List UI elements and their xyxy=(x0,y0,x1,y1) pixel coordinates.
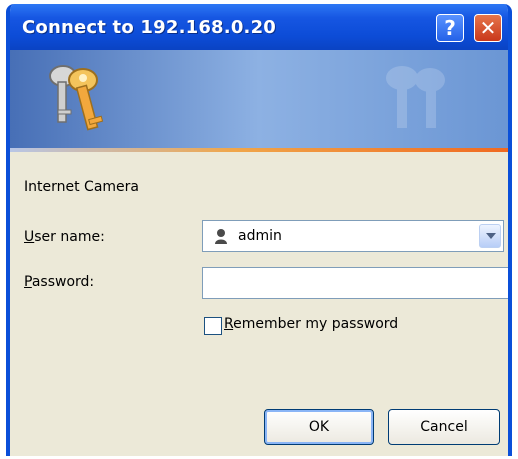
remember-password-checkbox[interactable] xyxy=(204,317,222,335)
login-dialog: Connect to 192.168.0.20 ? ✕ Internet Cam… xyxy=(6,4,512,456)
dialog-title: Connect to 192.168.0.20 xyxy=(22,17,277,38)
cancel-button[interactable]: Cancel xyxy=(388,409,500,445)
user-name-value: admin xyxy=(238,228,282,244)
user-name-combobox[interactable]: admin xyxy=(202,220,504,252)
user-icon xyxy=(215,229,227,244)
close-button[interactable]: ✕ xyxy=(474,14,502,42)
password-label-text: assword: xyxy=(31,274,95,290)
remember-password-label[interactable]: Remember my password xyxy=(224,316,398,332)
password-field[interactable] xyxy=(202,267,508,299)
keys-watermark-icon xyxy=(386,66,445,128)
keys-icon xyxy=(49,65,104,131)
help-button[interactable]: ? xyxy=(436,14,464,42)
user-name-dropdown-button[interactable] xyxy=(479,224,501,248)
user-name-label-text: ser name: xyxy=(34,229,105,245)
remember-password-access-key: R xyxy=(224,316,234,332)
title-bar: Connect to 192.168.0.20 ? ✕ xyxy=(10,4,508,50)
user-name-label-access-key: U xyxy=(24,229,35,245)
dialog-content: Internet Camera User name: admin Passwor… xyxy=(10,152,508,456)
user-name-label: User name: xyxy=(24,229,105,245)
password-label-access-key: P xyxy=(24,274,32,290)
realm-label: Internet Camera xyxy=(24,179,139,195)
password-label: Password: xyxy=(24,274,94,290)
remember-password-text: emember my password xyxy=(233,316,399,332)
ok-button[interactable]: OK xyxy=(264,409,374,445)
